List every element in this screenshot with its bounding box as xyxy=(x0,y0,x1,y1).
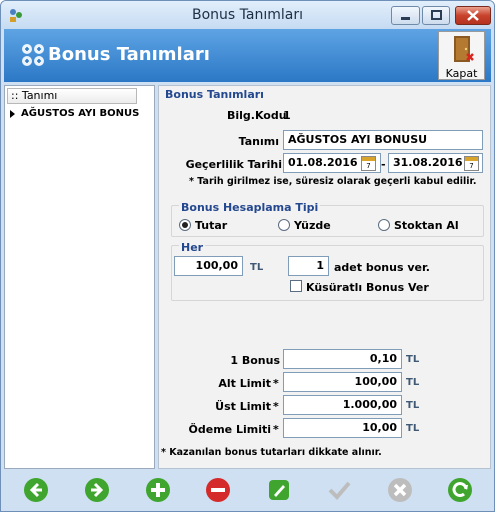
min-limit-label: Alt Limit xyxy=(218,377,271,390)
validity-label: Geçerlilik Tarihi xyxy=(185,158,282,171)
list-item[interactable]: AĞUSTOS AYI BONUS xyxy=(7,106,155,122)
calendar-to-icon[interactable]: 7 xyxy=(464,156,479,171)
bonus-form: Bonus Tanımları Bilg.Kodu 1 Tanımı AĞUST… xyxy=(158,85,491,469)
record-list: :: Tanımı AĞUSTOS AYI BONUS xyxy=(4,85,155,469)
per-qty-input[interactable]: 1 xyxy=(288,256,329,276)
edit-record-icon[interactable] xyxy=(266,477,292,503)
code-value: 1 xyxy=(283,109,291,122)
window-title: Bonus Tanımları xyxy=(192,7,303,23)
date-note: * Tarih girilmez ise, süresiz olarak geç… xyxy=(189,176,477,187)
banner-title: Bonus Tanımları xyxy=(48,44,210,65)
fractional-checkbox[interactable] xyxy=(290,280,302,292)
max-limit-currency: TL xyxy=(406,400,420,411)
name-label: Tanımı xyxy=(238,135,279,148)
pay-limit-input[interactable]: 10,00 xyxy=(283,418,402,438)
min-limit-currency: TL xyxy=(406,377,420,388)
radio-amount[interactable] xyxy=(179,219,191,231)
calc-type-title: Bonus Hesaplama Tipi xyxy=(179,201,321,214)
column-header-label: Tanımı xyxy=(21,89,58,102)
date-to-value: 31.08.2016 xyxy=(393,156,463,169)
radio-stock-label[interactable]: Stoktan Al xyxy=(394,219,459,232)
min-limit-input[interactable]: 100,00 xyxy=(283,372,402,392)
fractional-label[interactable]: Küsüratlı Bonus Ver xyxy=(306,281,429,294)
add-record-icon[interactable] xyxy=(145,477,171,503)
maximize-icon xyxy=(431,10,442,20)
close-form-label: Kapat xyxy=(445,67,478,80)
code-label: Bilg.Kodu xyxy=(227,109,287,122)
earnings-note: * Kazanılan bonus tutarları dikkate alın… xyxy=(161,447,382,458)
radio-amount-label[interactable]: Tutar xyxy=(195,219,227,232)
close-window-button[interactable] xyxy=(455,6,491,25)
radio-stock[interactable] xyxy=(378,219,390,231)
pay-limit-required: * xyxy=(273,423,279,436)
bonus-icon xyxy=(22,44,44,66)
application-window: Bonus Tanımları Bonus Tanımları Kapat ::… xyxy=(0,0,495,512)
cancel-icon[interactable] xyxy=(387,477,413,503)
radio-percent-label[interactable]: Yüzde xyxy=(294,219,331,232)
pay-limit-currency: TL xyxy=(406,423,420,434)
navigation-toolbar xyxy=(4,471,491,509)
section-title: Bonus Tanımları xyxy=(165,88,264,101)
radio-percent[interactable] xyxy=(278,219,290,231)
maximize-button[interactable] xyxy=(422,6,450,25)
date-separator: - xyxy=(381,158,386,171)
pay-limit-label: Ödeme Limiti xyxy=(188,423,271,436)
one-bonus-currency: TL xyxy=(406,354,420,365)
confirm-icon[interactable] xyxy=(326,477,352,503)
close-icon xyxy=(467,10,479,21)
date-from-value: 01.08.2016 xyxy=(288,156,358,169)
column-header[interactable]: :: Tanımı xyxy=(7,88,137,104)
header-banner: Bonus Tanımları xyxy=(4,29,491,82)
minimize-button[interactable] xyxy=(391,6,420,25)
column-header-grip: :: xyxy=(11,89,22,102)
one-bonus-label: 1 Bonus xyxy=(230,354,280,367)
next-record-icon[interactable] xyxy=(84,477,110,503)
per-qty-suffix: adet bonus ver. xyxy=(334,261,430,274)
calendar-from-icon[interactable]: 7 xyxy=(361,156,376,171)
delete-record-icon[interactable] xyxy=(205,477,231,503)
min-limit-required: * xyxy=(273,377,279,390)
minimize-icon xyxy=(401,17,410,20)
row-pointer-icon xyxy=(10,110,15,118)
max-limit-label: Üst Limit xyxy=(215,400,271,413)
list-item-label: AĞUSTOS AYI BONUS xyxy=(21,108,140,119)
one-bonus-input[interactable]: 0,10 xyxy=(283,349,402,369)
close-form-button[interactable]: Kapat xyxy=(438,31,485,80)
per-group-title: Her xyxy=(179,241,206,254)
max-limit-input[interactable]: 1.000,00 xyxy=(283,395,402,415)
per-amount-input[interactable]: 100,00 xyxy=(174,256,243,276)
per-amount-currency: TL xyxy=(250,262,264,273)
door-exit-icon xyxy=(454,36,474,62)
max-limit-required: * xyxy=(273,400,279,413)
title-bar[interactable]: Bonus Tanımları xyxy=(1,1,494,29)
previous-record-icon[interactable] xyxy=(23,477,49,503)
name-input[interactable]: AĞUSTOS AYI BONUSU xyxy=(283,130,483,150)
refresh-icon[interactable] xyxy=(447,477,473,503)
